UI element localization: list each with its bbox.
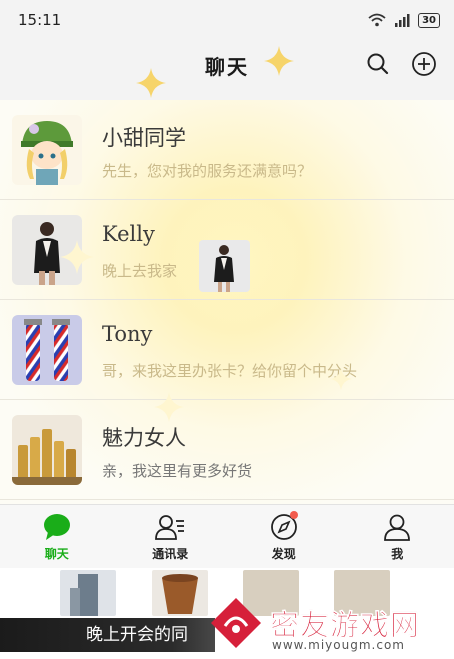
chat-row-meili[interactable]: 魅力女人 亲，我这里有更多好货 — [0, 400, 454, 500]
contacts-icon — [155, 515, 185, 540]
chat-row-tony[interactable]: Tony 哥，来我这里办张卡？给你留个中分头 — [0, 300, 454, 400]
page-title: 聊天 — [205, 54, 249, 79]
chat-name: Tony — [102, 322, 153, 346]
watermark-logo-icon — [211, 598, 261, 648]
tab-me[interactable]: 我 — [341, 505, 454, 569]
tab-label: 通讯录 — [152, 547, 189, 561]
sparkle-icon — [136, 68, 166, 98]
chat-last-message: 亲，我这里有更多好货 — [102, 462, 253, 480]
chat-last-message: 哥，来我这里办张卡？给你留个中分头 — [102, 362, 358, 380]
status-time: 15:11 — [18, 11, 62, 29]
chat-bubble-icon — [43, 514, 70, 540]
battery-icon: 30 — [418, 12, 440, 28]
sparkle-icon — [60, 240, 94, 274]
video-caption: 晚上开会的同 — [0, 618, 215, 652]
chat-last-message: 先生，您对我的服务还满意吗？ — [102, 162, 313, 180]
tab-contacts[interactable]: 通讯录 — [114, 505, 228, 569]
chat-list: 小甜同学 先生，您对我的服务还满意吗？ Kelly 晚上去我家 Tony 哥，来… — [0, 100, 454, 504]
sparkle-icon — [154, 392, 184, 422]
notification-dot — [290, 511, 298, 519]
avatar — [12, 115, 82, 185]
chat-last-message: 晚上去我家 — [102, 262, 178, 280]
signal-icon — [395, 14, 410, 27]
tab-label: 我 — [391, 547, 404, 561]
bucket-thumbnail — [152, 570, 208, 616]
plus-circle-icon — [412, 52, 436, 76]
chat-row-xiaotian[interactable]: 小甜同学 先生，您对我的服务还满意吗？ — [0, 100, 454, 200]
chat-name: Kelly — [102, 222, 155, 246]
chat-name: 魅力女人 — [102, 426, 186, 450]
tab-label: 聊天 — [44, 547, 69, 561]
building-thumbnail — [60, 570, 116, 616]
bottom-overlay-strip: 晚上开会的同 密友游戏网 www.miyougm.com — [0, 568, 454, 659]
person-icon — [384, 514, 411, 541]
watermark-url: www.miyougm.com — [272, 638, 405, 652]
chat-name: 小甜同学 — [102, 126, 186, 150]
avatar — [12, 415, 82, 485]
sparkle-icon — [264, 46, 294, 76]
status-bar: 15:11 30 — [0, 0, 454, 40]
status-icons: 30 — [368, 12, 440, 28]
avatar — [12, 315, 82, 385]
wifi-icon — [368, 13, 386, 27]
add-button[interactable] — [410, 50, 438, 78]
tab-discover[interactable]: 发现 — [227, 505, 341, 569]
image-thumbnail[interactable] — [199, 240, 250, 292]
tab-label: 发现 — [271, 547, 296, 561]
bottom-tab-bar: 聊天 通讯录 发现 我 — [0, 504, 454, 569]
tab-chats[interactable]: 聊天 — [0, 505, 114, 569]
sparkle-icon — [330, 368, 352, 390]
app-header: 聊天 — [0, 40, 454, 90]
search-button[interactable] — [364, 50, 392, 78]
search-icon — [367, 53, 389, 75]
